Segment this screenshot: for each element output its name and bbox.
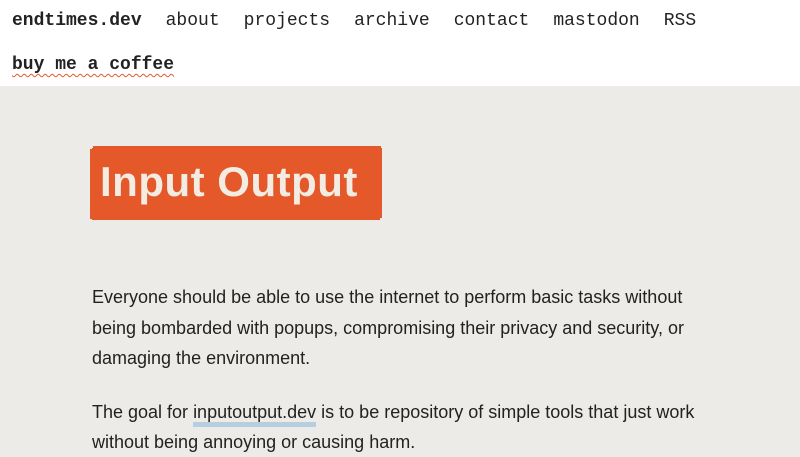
page-title: Input Output: [100, 158, 358, 205]
nav-link-about[interactable]: about: [166, 10, 220, 32]
nav-link-contact[interactable]: contact: [454, 10, 530, 32]
coffee-row: buy me a coffee: [12, 54, 174, 76]
title-banner: Input Output: [89, 145, 382, 220]
main-nav: endtimes.dev about projects archive cont…: [12, 10, 720, 32]
nav-link-mastodon[interactable]: mastodon: [553, 10, 639, 32]
inputoutput-link[interactable]: inputoutput.dev: [193, 402, 317, 427]
brand-link[interactable]: endtimes.dev: [12, 10, 142, 32]
goal-paragraph: The goal for inputoutput.dev is to be re…: [92, 397, 712, 457]
goal-prefix: The goal for: [92, 402, 194, 422]
nav-link-rss[interactable]: RSS: [664, 10, 696, 32]
site-header: endtimes.dev about projects archive cont…: [0, 0, 800, 86]
nav-link-archive[interactable]: archive: [354, 10, 430, 32]
intro-paragraph: Everyone should be able to use the inter…: [92, 287, 684, 368]
buy-me-a-coffee-link[interactable]: buy me a coffee: [12, 55, 174, 75]
nav-link-projects[interactable]: projects: [244, 10, 330, 32]
